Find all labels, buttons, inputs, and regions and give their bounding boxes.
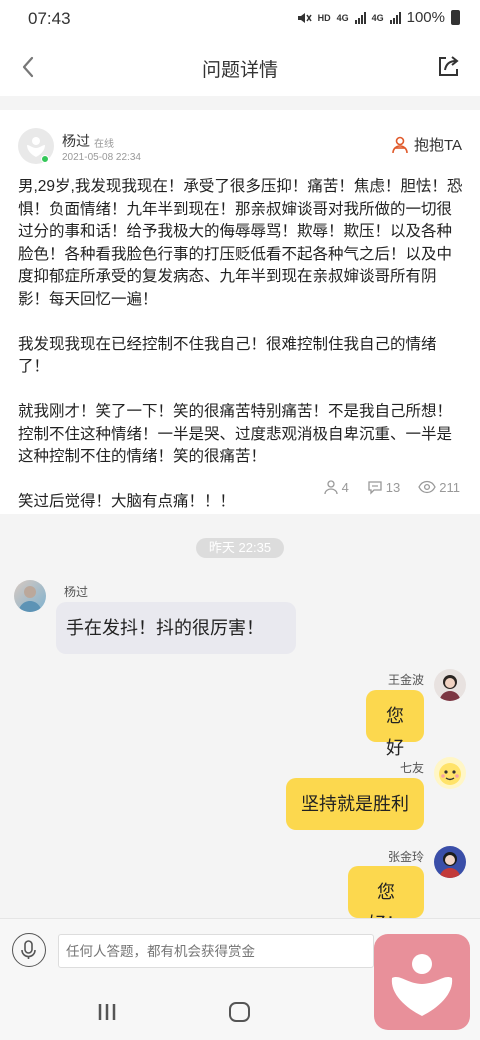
heart-icon	[391, 954, 453, 1016]
post-paragraph: 男,29岁,我发现我现在！承受了很多压抑！痛苦！焦虑！胆怯！恐惧！负面情绪！九年…	[18, 178, 463, 308]
time-divider: 昨天 22:35	[196, 538, 284, 558]
post-author-name[interactable]: 杨过	[62, 131, 90, 151]
hd-label: HD	[317, 12, 331, 23]
message-bubble: 您好！	[348, 866, 424, 918]
message-bubble: 您好	[366, 690, 424, 758]
post-paragraph: 就我刚才！笑了一下！笑的很痛苦特别痛苦！不是我自己所想！控制不住这种情绪！一半是…	[18, 403, 453, 465]
page-title: 问题详情	[201, 60, 278, 81]
user-photo-icon	[439, 675, 461, 701]
sender-name: 七友	[399, 761, 424, 775]
hug-count[interactable]: 4	[323, 479, 349, 495]
question-card: 杨过 在线 2021-05-08 22:34 抱抱TA 男,29岁,我发现我现在…	[0, 110, 480, 514]
app-header: 问题详情	[0, 38, 480, 96]
view-count: 211	[418, 479, 460, 495]
mute-icon	[297, 12, 312, 23]
battery-percent: 100%	[406, 9, 445, 26]
user-photo-icon	[18, 586, 42, 612]
recent-apps-icon[interactable]	[98, 1002, 116, 1022]
sender-name: 杨过	[64, 585, 89, 599]
answer-chat[interactable]: 昨天 22:35 杨过 手在发抖！抖的很厉害！ 王金波 您好 七友 坚持就是胜利…	[0, 528, 480, 918]
comment-count[interactable]: 13	[367, 479, 400, 495]
message-bubble: 坚持就是胜利	[286, 778, 424, 830]
voice-input-button[interactable]	[12, 933, 46, 967]
status-bar: 07:43 HD 4G 4G 100%	[0, 0, 480, 38]
hug-icon	[392, 136, 408, 153]
microphone-icon	[21, 940, 36, 959]
network-4g-a: 4G	[336, 12, 349, 23]
sender-avatar[interactable]	[434, 846, 466, 878]
home-icon[interactable]	[229, 1002, 250, 1022]
sender-name: 王金波	[387, 673, 424, 687]
share-icon[interactable]	[436, 53, 462, 79]
sender-avatar[interactable]	[434, 669, 466, 701]
user-photo-icon	[439, 852, 461, 878]
cartoon-avatar-icon	[439, 763, 461, 785]
signal-icon	[354, 11, 366, 24]
battery-icon	[451, 10, 460, 25]
sender-avatar[interactable]	[434, 757, 466, 789]
person-hug-icon	[323, 480, 338, 495]
post-date: 2021-05-08 22:34	[62, 152, 141, 163]
post-paragraph: 我发现我现在已经控制不住我自己！很难控制住我自己的情绪了！	[18, 335, 437, 376]
online-status: 在线	[94, 139, 114, 150]
network-4g-b: 4G	[371, 12, 384, 23]
online-indicator	[41, 155, 49, 163]
answer-input[interactable]	[58, 934, 374, 968]
view-count-value: 211	[439, 479, 460, 495]
status-icons: HD 4G 4G 100%	[296, 9, 460, 26]
eye-icon	[418, 480, 436, 494]
signal-icon-2	[389, 11, 401, 24]
status-time: 07:43	[28, 9, 71, 28]
comment-count-value: 13	[385, 479, 401, 495]
floating-heart-button[interactable]	[374, 934, 470, 1030]
hug-button[interactable]: 抱抱TA	[390, 134, 462, 155]
comment-icon	[368, 481, 382, 495]
post-stats: 4 13 211	[323, 479, 460, 495]
sender-avatar[interactable]	[14, 580, 46, 612]
message-bubble: 手在发抖！抖的很厉害！	[56, 602, 296, 654]
sender-name: 张金玲	[387, 850, 424, 864]
hug-count-value: 4	[341, 479, 349, 495]
hug-label: 抱抱TA	[413, 137, 462, 154]
